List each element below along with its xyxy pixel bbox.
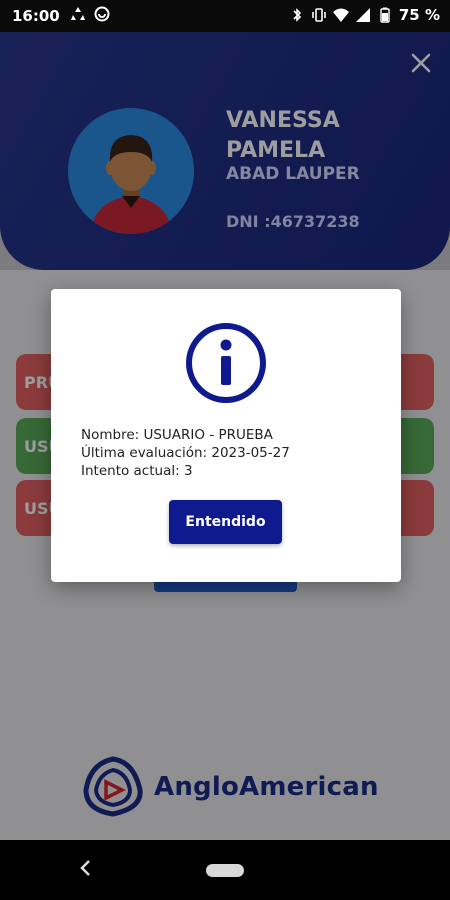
info-icon xyxy=(186,323,266,403)
system-icons: 75 % xyxy=(289,6,440,24)
navigation-bar xyxy=(0,840,450,900)
recycle-icon xyxy=(71,7,85,20)
dialog-name-line: Nombre: USUARIO - PRUEBA xyxy=(81,427,273,443)
notification-icons xyxy=(70,6,110,22)
dialog-attempt-line: Intento actual: 3 xyxy=(81,463,193,479)
info-dialog: Nombre: USUARIO - PRUEBA Última evaluaci… xyxy=(51,289,401,582)
status-bar: 16:00 75 % xyxy=(0,0,450,32)
wifi-icon xyxy=(332,8,349,22)
vibrate-icon xyxy=(312,8,326,22)
home-pill-button[interactable] xyxy=(206,864,244,877)
signal-icon xyxy=(355,8,370,22)
status-time: 16:00 xyxy=(12,7,60,25)
vpn-icon xyxy=(94,6,110,22)
battery-icon xyxy=(380,7,390,23)
battery-percent: 75 % xyxy=(398,6,440,24)
bluetooth-icon xyxy=(293,8,301,22)
dialog-last-evaluation-line: Última evaluación: 2023-05-27 xyxy=(81,445,290,461)
back-chevron-icon xyxy=(80,860,90,876)
back-button[interactable] xyxy=(78,858,92,884)
understood-button[interactable]: Entendido xyxy=(169,500,282,544)
